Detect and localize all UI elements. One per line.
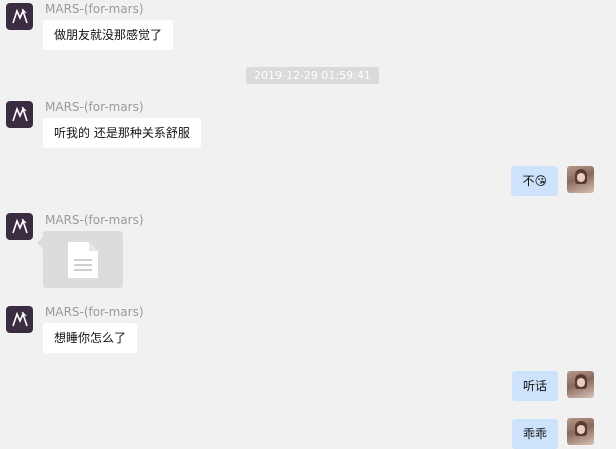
logo-icon xyxy=(11,311,28,326)
document-icon xyxy=(68,241,98,278)
message-bubble-outgoing[interactable]: 不😘 xyxy=(511,166,558,196)
message-bubble-incoming[interactable]: 做朋友就没那感觉了 xyxy=(43,20,174,50)
logo-icon xyxy=(11,8,28,23)
file-attachment[interactable] xyxy=(37,231,123,288)
user-avatar[interactable] xyxy=(567,166,594,193)
contact-avatar[interactable] xyxy=(6,3,33,30)
sender-name: MARS-(for-mars) xyxy=(45,305,144,319)
message-bubble-outgoing[interactable]: 听话 xyxy=(511,371,558,401)
message-bubble-incoming[interactable]: 听我的 还是那种关系舒服 xyxy=(43,118,201,148)
user-avatar[interactable] xyxy=(567,371,594,398)
contact-avatar[interactable] xyxy=(6,213,33,240)
timestamp-divider: 2019-12-29 01:59:41 xyxy=(246,67,379,84)
sender-name: MARS-(for-mars) xyxy=(45,213,144,227)
logo-icon xyxy=(11,218,28,233)
contact-avatar[interactable] xyxy=(6,101,33,128)
user-avatar[interactable] xyxy=(567,418,594,445)
logo-icon xyxy=(11,106,28,121)
message-bubble-outgoing[interactable]: 乖乖 xyxy=(511,419,558,449)
sender-name: MARS-(for-mars) xyxy=(45,100,144,114)
message-bubble-incoming[interactable]: 想睡你怎么了 xyxy=(43,323,138,353)
contact-avatar[interactable] xyxy=(6,306,33,333)
sender-name: MARS-(for-mars) xyxy=(45,2,144,16)
